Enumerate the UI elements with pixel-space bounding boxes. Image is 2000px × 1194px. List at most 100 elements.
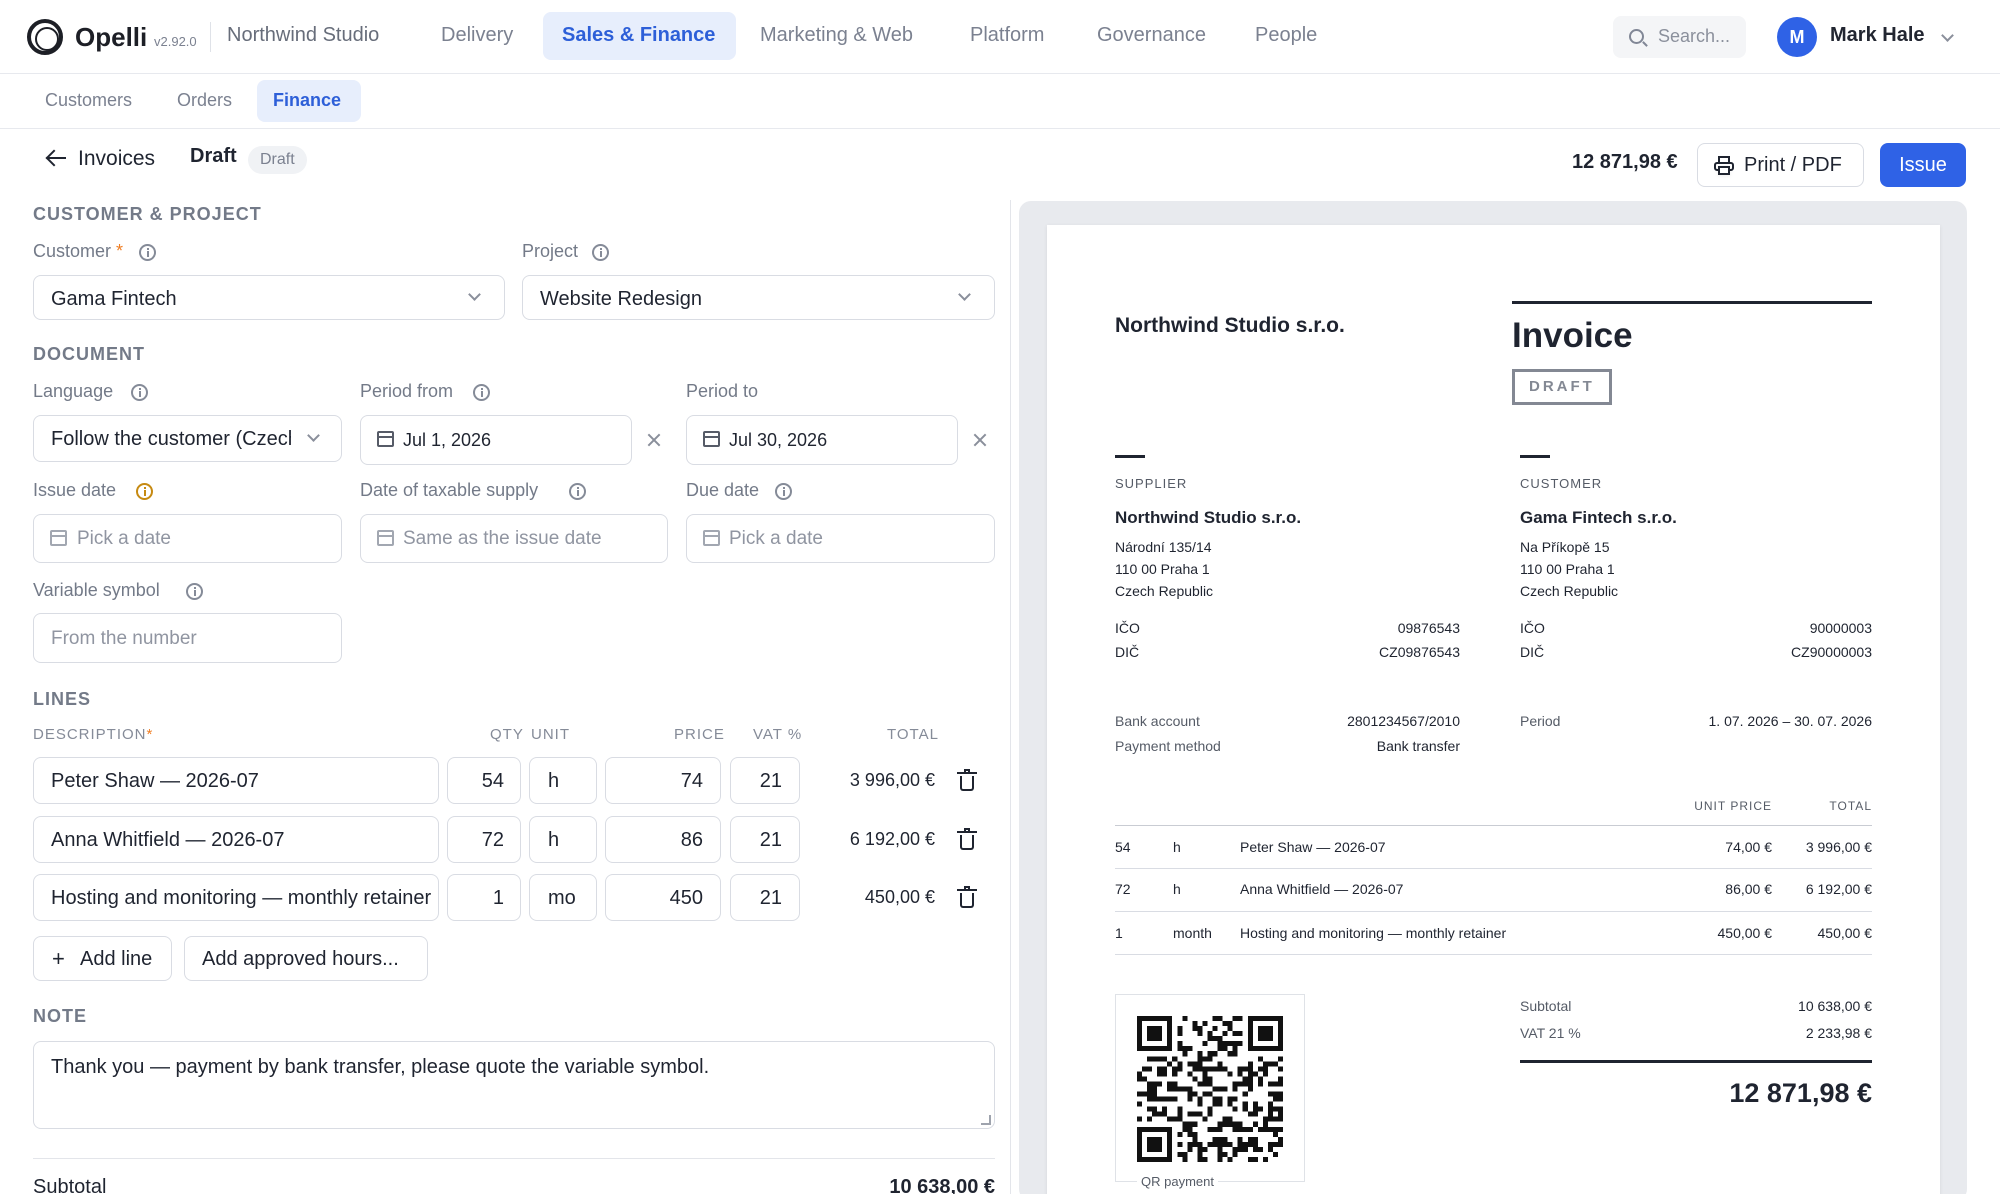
project-info-icon[interactable] [592,244,609,261]
line-qty-input[interactable]: 72 [447,816,521,863]
project-label: Project [522,241,579,261]
customer-value: Gama Fintech [51,288,177,310]
add-line-label: Add line [80,948,153,970]
add-line-button[interactable]: + Add line [33,936,172,981]
section-note: NOTE [33,1006,88,1026]
preview-row-rule [1115,954,1872,955]
line-unit-input[interactable]: h [529,816,597,863]
preview-vat-label: VAT 21 % [1520,1025,1581,1041]
taxable-supply-date-picker[interactable]: Same as the issue date [360,514,668,563]
column-unit: UNIT [531,726,570,743]
organization-name[interactable]: Northwind Studio [227,24,379,47]
customer-ico: 90000003 [1809,620,1872,636]
qr-payment-box [1115,994,1305,1182]
delete-line-trash-icon[interactable] [957,886,977,908]
customer-select[interactable]: Gama Fintech [33,275,505,320]
nav-platform[interactable]: Platform [970,24,1044,47]
due-date-info-icon[interactable] [775,483,792,500]
variable-symbol-input[interactable]: From the number [33,613,342,663]
printer-icon [1714,156,1734,175]
section-document: DOCUMENT [33,344,145,364]
subnav-orders[interactable]: Orders [177,90,232,111]
resize-handle-icon[interactable] [981,1115,991,1125]
note-textarea[interactable]: Thank you — payment by bank transfer, pl… [33,1041,995,1129]
supplier-ico-label: IČO [1115,620,1140,636]
issue-date-label: Issue date [33,480,117,500]
line-unit-input[interactable]: mo [529,874,597,921]
preview-line-unit: h [1173,881,1181,897]
line-vat-input[interactable]: 21 [730,874,800,921]
line-price-input[interactable]: 86 [605,816,721,863]
invoice-editor-app: Opelli v2.92.0 Northwind Studio Delivery… [0,0,2000,1194]
nav-governance[interactable]: Governance [1097,24,1206,47]
arrow-left-icon[interactable] [48,157,66,159]
period-label: Period [1520,713,1561,729]
issue-date-picker[interactable]: Pick a date [33,514,342,563]
due-date-picker[interactable]: Pick a date [686,514,995,563]
preview-line-unit: month [1173,925,1212,941]
delete-line-trash-icon[interactable] [957,769,977,791]
user-name[interactable]: Mark Hale [1830,24,1925,47]
clear-period-from-close-icon[interactable] [647,433,661,447]
period-from-date-picker[interactable]: Jul 1, 2026 [360,415,632,465]
line-description-input[interactable]: Hosting and monitoring — monthly retaine… [33,874,439,921]
issue-button[interactable]: Issue [1880,143,1966,187]
supplier-ico: 09876543 [1397,620,1460,636]
search-placeholder: Search... [1658,26,1731,46]
global-search[interactable]: Search... [1613,16,1746,58]
line-price-input[interactable]: 450 [605,874,721,921]
column-description: DESCRIPTION* [33,726,154,743]
variable-symbol-info-icon[interactable] [186,583,203,600]
line-vat-input[interactable]: 21 [730,816,800,863]
customer-label: Customer * [33,241,124,261]
user-menu-chevron-down-icon[interactable] [1941,29,1954,42]
line-price-input[interactable]: 74 [605,757,721,804]
bank-account-label: Bank account [1115,713,1200,729]
preview-line-description: Anna Whitfield — 2026-07 [1240,881,1404,897]
line-description-input[interactable]: Anna Whitfield — 2026-07 [33,816,439,863]
preview-column-total: TOTAL [1829,799,1872,813]
line-unit-input[interactable]: h [529,757,597,804]
preview-subtotal-value: 10 638,00 € [1798,998,1872,1014]
line-vat-value: 21 [759,829,782,851]
nav-sales-finance[interactable]: Sales & Finance [562,24,715,47]
preview-table-rule [1115,825,1872,826]
nav-marketing-web[interactable]: Marketing & Web [760,24,913,47]
language-select[interactable]: Follow the customer (Czech) [33,415,342,462]
taxable-supply-placeholder: Same as the issue date [403,528,602,549]
line-qty-input[interactable]: 54 [447,757,521,804]
taxable-supply-info-icon[interactable] [569,483,586,500]
line-total: 3 996,00 € [849,770,935,790]
line-total: 450,00 € [864,887,935,907]
issue-date-warning-info-icon[interactable] [136,483,153,500]
payment-method-label: Payment method [1115,738,1221,754]
period-from-value: Jul 1, 2026 [403,430,492,450]
subnav-customers[interactable]: Customers [45,90,132,111]
brand-name[interactable]: Opelli [75,22,147,53]
language-info-icon[interactable] [131,384,148,401]
subnav-finance[interactable]: Finance [273,90,341,111]
user-avatar[interactable]: M [1777,17,1817,57]
nav-delivery[interactable]: Delivery [441,24,513,47]
search-icon [1629,29,1644,44]
customer-info-icon[interactable] [139,244,156,261]
add-approved-hours-button[interactable]: Add approved hours... [184,936,428,981]
back-to-invoices-link[interactable]: Invoices [78,147,155,171]
nav-people[interactable]: People [1255,24,1317,47]
customer-address-line: Czech Republic [1520,583,1619,599]
period-to-date-picker[interactable]: Jul 30, 2026 [686,415,958,465]
opelli-logo-icon[interactable] [27,19,63,55]
delete-line-trash-icon[interactable] [957,828,977,850]
add-approved-hours-label: Add approved hours... [202,948,399,970]
supplier-address-line: 110 00 Praha 1 [1115,561,1210,577]
section-lines: LINES [33,689,92,709]
line-qty-input[interactable]: 1 [447,874,521,921]
print-pdf-button[interactable]: Print / PDF [1697,143,1864,187]
project-select[interactable]: Website Redesign [522,275,995,320]
column-total: TOTAL [887,726,939,743]
clear-period-to-close-icon[interactable] [973,433,987,447]
line-description-input[interactable]: Peter Shaw — 2026-07 [33,757,439,804]
line-vat-input[interactable]: 21 [730,757,800,804]
preview-line-unit: h [1173,839,1181,855]
period-from-info-icon[interactable] [473,384,490,401]
